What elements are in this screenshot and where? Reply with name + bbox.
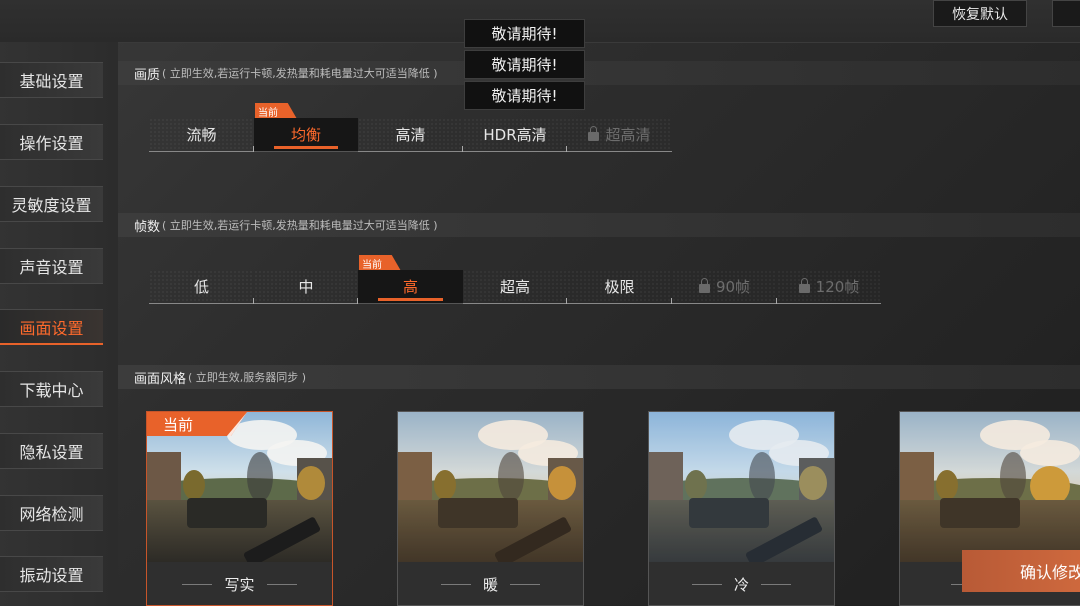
framerate-note: ( 立即生效,若运行卡顿,发热量和耗电量过大可适当降低 ) xyxy=(162,219,438,232)
option-label: 90帧 xyxy=(715,278,751,296)
option-label: 超高清 xyxy=(605,126,651,144)
style-card-warm[interactable]: 暖 xyxy=(397,411,584,606)
quality-section-header: 画质 ( 立即生效,若运行卡顿,发热量和耗电量过大可适当降低 ) xyxy=(118,61,1080,85)
framerate-section-header: 帧数 ( 立即生效,若运行卡顿,发热量和耗电量过大可适当降低 ) xyxy=(118,213,1080,237)
option-label: 流畅 xyxy=(186,126,217,144)
style-card-label: 冷 xyxy=(649,562,834,605)
quality-current-tag: 当前 xyxy=(255,103,297,119)
framerate-current-tag: 当前 xyxy=(359,255,401,271)
option-label: 高 xyxy=(402,278,418,296)
style-section-header: 画面风格 ( 立即生效,服务器同步 ) xyxy=(118,365,1080,389)
active-underline xyxy=(274,146,338,149)
style-preview-image xyxy=(900,412,1080,562)
top-right-button[interactable] xyxy=(1052,0,1080,27)
framerate-title: 帧数 xyxy=(134,219,161,235)
style-current-tag: 当前 xyxy=(147,412,247,436)
option-label: 均衡 xyxy=(290,126,321,144)
style-note: ( 立即生效,服务器同步 ) xyxy=(188,371,307,384)
coming-soon-tooltip: 敬请期待! xyxy=(464,81,585,110)
lock-icon xyxy=(798,278,810,293)
sidebar-item-network[interactable]: 网络检测 xyxy=(0,495,103,531)
confirm-changes-button[interactable]: 确认修改 xyxy=(962,550,1080,592)
option-label: 120帧 xyxy=(815,278,860,296)
quality-option-smooth[interactable]: 流畅 xyxy=(149,118,254,152)
style-card-label: 写实 xyxy=(147,562,332,605)
sidebar-item-vibration[interactable]: 振动设置 xyxy=(0,556,103,592)
framerate-option-ultra[interactable]: 超高 xyxy=(463,270,567,304)
graphics-settings-screen: 恢复默认 基础设置 操作设置 灵敏度设置 声音设置 画面设置 下载中心 隐私设置… xyxy=(0,0,1080,606)
quality-option-hd[interactable]: 高清 xyxy=(358,118,463,152)
framerate-option-low[interactable]: 低 xyxy=(149,270,254,304)
coming-soon-tooltip: 敬请期待! xyxy=(464,19,585,48)
quality-title: 画质 xyxy=(134,67,161,83)
style-card-cold[interactable]: 冷 xyxy=(648,411,835,606)
framerate-option-high[interactable]: 高 xyxy=(358,270,463,304)
sidebar-item-privacy[interactable]: 隐私设置 xyxy=(0,433,103,469)
option-label: 超高 xyxy=(499,278,530,296)
style-card-realistic[interactable]: 当前 写实 xyxy=(146,411,333,606)
option-label: 中 xyxy=(298,278,314,296)
option-label: 低 xyxy=(193,278,209,296)
lock-icon xyxy=(588,126,600,141)
lock-icon xyxy=(698,278,710,293)
option-label: 高清 xyxy=(395,126,426,144)
sidebar-item-controls[interactable]: 操作设置 xyxy=(0,124,103,160)
style-preview-image xyxy=(398,412,583,562)
option-label: HDR高清 xyxy=(483,126,547,144)
option-label: 极限 xyxy=(604,278,635,296)
framerate-option-120fps[interactable]: 120帧 xyxy=(777,270,881,304)
settings-sidebar: 基础设置 操作设置 灵敏度设置 声音设置 画面设置 下载中心 隐私设置 网络检测… xyxy=(0,42,118,606)
quality-option-uhd[interactable]: 超高清 xyxy=(567,118,672,152)
sidebar-item-sensitivity[interactable]: 灵敏度设置 xyxy=(0,186,103,222)
quality-note: ( 立即生效,若运行卡顿,发热量和耗电量过大可适当降低 ) xyxy=(162,67,438,80)
coming-soon-tooltip: 敬请期待! xyxy=(464,50,585,79)
style-title: 画面风格 xyxy=(134,371,187,387)
framerate-option-medium[interactable]: 中 xyxy=(254,270,358,304)
quality-option-balanced[interactable]: 均衡 xyxy=(254,118,358,152)
quality-option-hdr[interactable]: HDR高清 xyxy=(463,118,567,152)
style-preview-image xyxy=(649,412,834,562)
framerate-option-extreme[interactable]: 极限 xyxy=(567,270,672,304)
sidebar-item-downloads[interactable]: 下载中心 xyxy=(0,371,103,407)
framerate-option-90fps[interactable]: 90帧 xyxy=(672,270,777,304)
style-card-label: 暖 xyxy=(398,562,583,605)
sidebar-item-graphics[interactable]: 画面设置 xyxy=(0,309,103,345)
active-underline xyxy=(378,298,443,301)
restore-default-button[interactable]: 恢复默认 xyxy=(933,0,1027,27)
sidebar-item-sound[interactable]: 声音设置 xyxy=(0,248,103,284)
sidebar-item-basic[interactable]: 基础设置 xyxy=(0,62,103,98)
